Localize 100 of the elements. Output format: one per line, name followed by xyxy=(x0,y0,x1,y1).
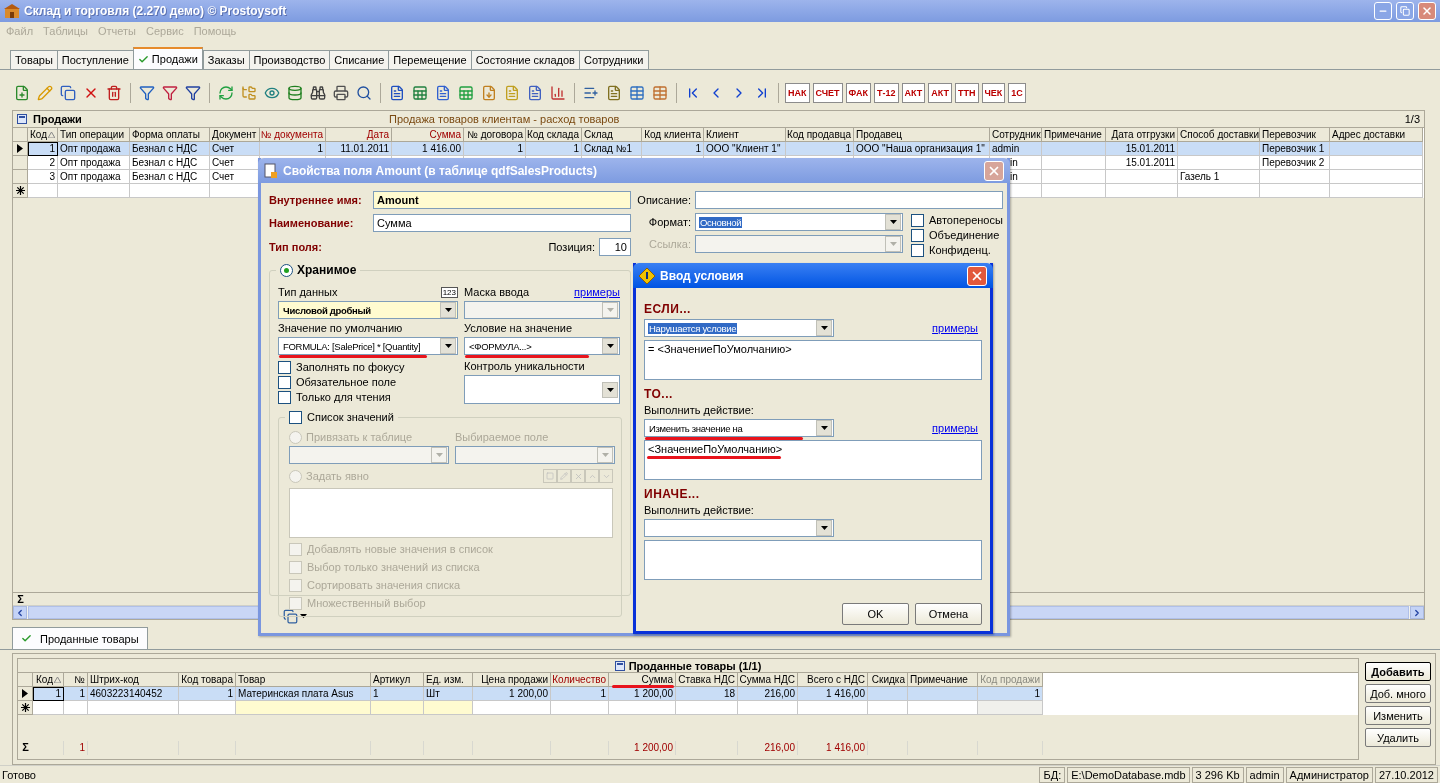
column-header[interactable]: № договора xyxy=(464,128,526,142)
input-field[interactable]: Сумма xyxy=(373,214,631,232)
action-button[interactable]: Удалить xyxy=(1365,728,1431,747)
expression-box[interactable]: = <ЗначениеПоУмолчанию> xyxy=(644,340,982,380)
examples-link[interactable]: примеры xyxy=(932,322,978,334)
column-header[interactable]: Код склада xyxy=(526,128,582,142)
dropdown-button[interactable] xyxy=(602,338,618,354)
checkbox[interactable] xyxy=(278,360,291,374)
scroll-left-icon[interactable] xyxy=(13,606,27,619)
column-header[interactable]: Примечание xyxy=(908,673,978,687)
dropdown-button[interactable] xyxy=(816,320,832,336)
dropdown-field[interactable] xyxy=(289,446,449,464)
copy-icon[interactable] xyxy=(283,608,298,624)
dialog-button[interactable]: Отмена xyxy=(915,603,982,625)
dropdown-button[interactable] xyxy=(440,338,456,354)
spreadsheet-icon[interactable] xyxy=(456,83,476,103)
filter-icon[interactable] xyxy=(160,83,180,103)
binoculars-icon[interactable] xyxy=(308,83,328,103)
filter-icon[interactable] xyxy=(137,83,157,103)
column-header[interactable]: Количество xyxy=(551,673,609,687)
action-button[interactable]: Добавить xyxy=(1365,662,1431,681)
expression-box[interactable]: <ЗначениеПоУмолчанию> xyxy=(644,440,982,480)
checkbox[interactable] xyxy=(278,375,291,389)
column-header[interactable]: Продавец xyxy=(854,128,990,142)
close-button[interactable] xyxy=(984,160,1004,181)
column-header[interactable]: Способ доставки xyxy=(1178,128,1260,142)
document-button[interactable]: Т-12 xyxy=(874,83,899,103)
document-button[interactable]: ЧЕК xyxy=(981,83,1006,103)
document-button[interactable]: ТТН xyxy=(955,83,979,103)
column-header[interactable]: Цена продажи xyxy=(473,673,551,687)
tab[interactable]: Сотрудники xyxy=(578,50,649,69)
filter-icon[interactable] xyxy=(183,83,203,103)
pencil-icon[interactable] xyxy=(35,83,55,103)
checkbox[interactable] xyxy=(911,243,924,257)
document-button[interactable]: ФАК xyxy=(845,83,872,103)
column-header[interactable]: Клиент xyxy=(704,128,786,142)
radio-button[interactable] xyxy=(280,263,293,277)
column-header[interactable]: Скидка xyxy=(868,673,908,687)
dropdown-button[interactable] xyxy=(440,302,456,318)
close-button[interactable] xyxy=(1418,2,1436,20)
tab[interactable]: Поступление xyxy=(56,50,134,69)
checkbox[interactable] xyxy=(278,390,291,404)
column-header[interactable]: № xyxy=(64,673,88,687)
dropdown-field[interactable] xyxy=(644,519,834,537)
dropdown-button[interactable] xyxy=(816,420,832,436)
column-header[interactable]: Примечание xyxy=(1042,128,1106,142)
column-header[interactable]: Склад xyxy=(582,128,642,142)
column-header[interactable]: Код клиента xyxy=(642,128,704,142)
column-header[interactable]: Ставка НДС xyxy=(676,673,738,687)
document-button[interactable]: СЧЕТ xyxy=(812,83,843,103)
examples-link[interactable]: примеры xyxy=(932,422,978,434)
tab[interactable]: Перемещение xyxy=(388,50,472,69)
column-header[interactable]: Штрих-код xyxy=(88,673,179,687)
column-header[interactable]: Сумма НДС xyxy=(738,673,798,687)
checkbox[interactable] xyxy=(911,213,924,227)
input-field[interactable] xyxy=(695,191,1003,209)
tab[interactable]: Заказы xyxy=(202,50,250,69)
dropdown-field[interactable]: Нарушается условие xyxy=(644,319,834,337)
dropdown-button[interactable] xyxy=(885,214,901,230)
document-button[interactable]: 1С xyxy=(1008,83,1026,103)
tab[interactable]: Продажи xyxy=(132,47,203,69)
column-header[interactable]: Сотрудник xyxy=(990,128,1042,142)
column-header[interactable]: Артикул xyxy=(371,673,424,687)
column-header[interactable]: Сумма xyxy=(392,128,464,142)
document-button[interactable]: АКТ xyxy=(901,83,926,103)
dropdown-field[interactable]: Основной xyxy=(695,213,903,231)
copy-icon[interactable] xyxy=(58,83,78,103)
action-button[interactable]: Доб. много xyxy=(1365,684,1431,703)
restore-button[interactable] xyxy=(1396,2,1414,20)
scroll-right-icon[interactable] xyxy=(1410,606,1424,619)
dropdown-field[interactable]: Числовой дробный xyxy=(278,301,458,319)
tab[interactable]: Проданные товары xyxy=(12,627,148,649)
minimize-button[interactable] xyxy=(1374,2,1392,20)
dropdown-field[interactable] xyxy=(464,375,620,404)
close-button[interactable] xyxy=(967,265,987,286)
table-icon[interactable] xyxy=(627,83,647,103)
refresh-icon[interactable] xyxy=(216,83,236,103)
column-header[interactable]: № документа xyxy=(260,128,326,142)
table-icon[interactable] xyxy=(650,83,670,103)
dropdown-field[interactable]: Изменить значение на xyxy=(644,419,834,437)
folder-tree-icon[interactable] xyxy=(239,83,259,103)
column-header[interactable]: Тип операции xyxy=(58,128,130,142)
tab[interactable]: Товары xyxy=(10,50,58,69)
document-button[interactable]: НАК xyxy=(785,83,810,103)
column-header[interactable]: Перевозчик xyxy=(1260,128,1330,142)
column-header[interactable]: Документ xyxy=(210,128,260,142)
column-header[interactable]: Код товара xyxy=(179,673,236,687)
dropdown-field[interactable] xyxy=(695,235,903,253)
column-header[interactable]: Дата xyxy=(326,128,392,142)
dialog-button[interactable]: OK xyxy=(842,603,909,625)
column-header[interactable]: Код продавца xyxy=(786,128,854,142)
column-header[interactable]: Ед. изм. xyxy=(424,673,473,687)
checkbox[interactable] xyxy=(911,228,924,242)
tab[interactable]: Производство xyxy=(248,50,331,69)
printer-icon[interactable] xyxy=(331,83,351,103)
dropdown-field[interactable]: <ФОРМУЛА...> xyxy=(464,337,620,355)
input-field[interactable]: Amount xyxy=(373,191,631,209)
database-icon[interactable] xyxy=(285,83,305,103)
column-header[interactable]: Форма оплаты xyxy=(130,128,210,142)
column-header[interactable]: Товар xyxy=(236,673,371,687)
